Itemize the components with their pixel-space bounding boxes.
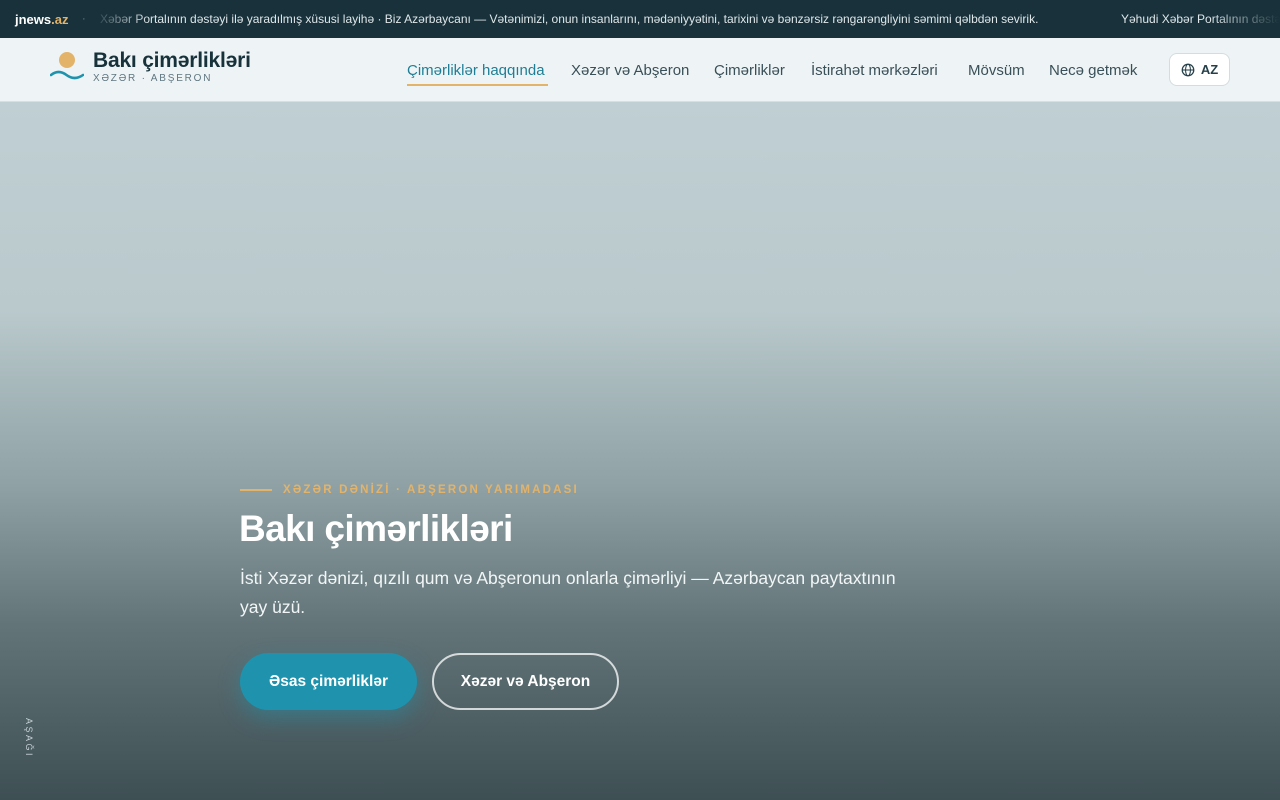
caspian-absheron-button[interactable]: Xəzər və Abşeron xyxy=(432,653,619,710)
logo-subtitle: XƏZƏR · ABŞERON xyxy=(93,73,213,84)
nav-item-caspian-absheron[interactable]: Xəzər və Abşeron xyxy=(571,38,689,102)
kicker-text: XƏZƏR DƏNİZİ · ABŞERON YARIMADASI xyxy=(283,484,579,496)
scroll-down-hint[interactable]: AŞAĞI xyxy=(24,718,38,764)
ticker-fade-right xyxy=(1210,0,1280,38)
ticker-brand-tld: .az xyxy=(51,11,69,27)
kicker-line xyxy=(240,489,272,491)
sun-wave-icon xyxy=(50,50,84,84)
top-ticker-bar: jnews .az · Xəbər Portalının dəstəyi ilə … xyxy=(0,0,1280,38)
logo-wave-shape xyxy=(50,70,84,79)
hero-title: Bakı çimərlikləri xyxy=(239,508,513,549)
ticker-brand-name: jnews xyxy=(15,11,52,27)
logo-title: Bakı çimərlikləri xyxy=(93,49,251,72)
nav-item-about-beaches[interactable]: Çimərliklər haqqında xyxy=(407,38,545,102)
hero-description: İsti Xəzər dənizi, qızılı qum və Abşeron… xyxy=(240,568,896,617)
ticker-brand-logo[interactable]: jnews .az xyxy=(15,0,68,38)
nav-active-indicator xyxy=(407,84,548,86)
ticker-fade-left xyxy=(90,0,150,38)
site-header: Bakı çimərlikləri XƏZƏR · ABŞERON Çimərl… xyxy=(0,38,1280,102)
main-beaches-button[interactable]: Əsas çimərliklər xyxy=(240,653,417,710)
nav-item-beaches[interactable]: Çimərliklər xyxy=(714,38,785,102)
ticker-separator: · xyxy=(82,13,86,25)
scroll-hint-label: AŞAĞI xyxy=(24,718,34,759)
hero-section: XƏZƏR DƏNİZİ · ABŞERON YARIMADASI Bakı ç… xyxy=(0,102,1280,800)
site-logo[interactable]: Bakı çimərlikləri XƏZƏR · ABŞERON xyxy=(50,48,251,85)
ticker-message: Xəbər Portalının dəstəyi ilə yaradılmış … xyxy=(100,12,1039,26)
nav-item-season[interactable]: Mövsüm xyxy=(968,38,1025,102)
globe-icon xyxy=(1181,63,1195,76)
logo-text: Bakı çimərlikləri XƏZƏR · ABŞERON xyxy=(93,48,251,85)
language-switcher[interactable]: AZ xyxy=(1169,53,1230,86)
nav-item-how-to-get[interactable]: Necə getmək xyxy=(1049,38,1137,102)
language-code: AZ xyxy=(1200,62,1219,77)
nav-item-resorts[interactable]: İstirahət mərkəzləri xyxy=(811,38,938,102)
hero-kicker: XƏZƏR DƏNİZİ · ABŞERON YARIMADASI xyxy=(240,484,579,496)
